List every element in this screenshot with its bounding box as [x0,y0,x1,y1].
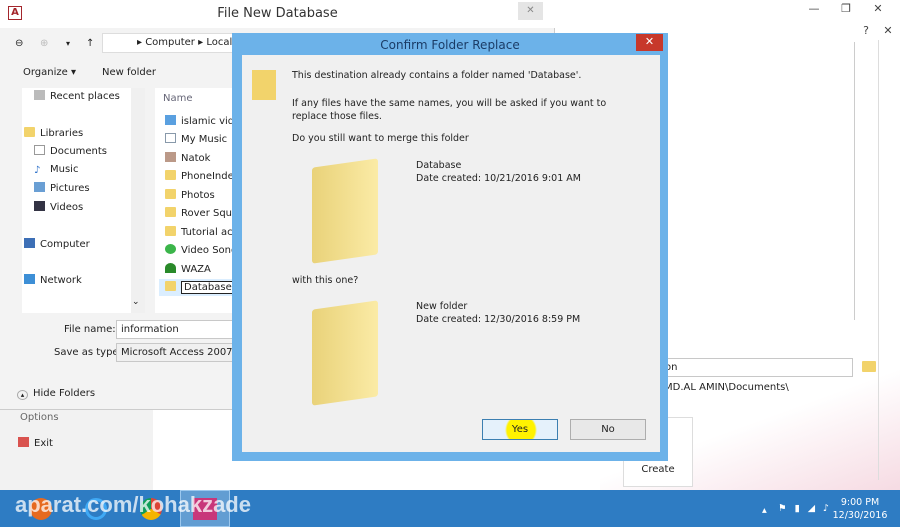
tree-recent-places[interactable]: Recent places [34,90,120,102]
file-name-label: File name: [64,324,116,335]
folder-icon [312,158,378,264]
close-button[interactable]: ✕ [864,0,892,18]
new-folder-button[interactable]: New folder [102,67,156,78]
close-button[interactable]: ✕ [636,34,663,51]
tree-music[interactable]: ♪ Music [34,164,78,176]
file-name-input[interactable]: information [116,320,246,339]
list-item[interactable]: Photos [165,189,215,201]
file-path: MD.AL AMIN\Documents\ [664,382,789,393]
tree-network[interactable]: Network [24,274,82,286]
dialog-title: Confirm Folder Replace [380,38,520,52]
folder2-date: Date created: 12/30/2016 8:59 PM [416,314,581,325]
backstage-exit[interactable]: Exit [18,437,53,449]
message-line3: Do you still want to merge this folder [292,133,469,144]
clock[interactable]: 9:00 PM 12/30/2016 [825,496,895,522]
column-header-name[interactable]: Name [163,93,193,104]
tree-computer[interactable]: Computer [24,238,90,250]
list-item[interactable]: PhoneInde [165,170,234,182]
tree-libraries[interactable]: Libraries [24,127,83,139]
restore-button[interactable]: ❐ [832,0,860,18]
dialog-body: This destination already contains a fold… [242,55,660,452]
message-line1: This destination already contains a fold… [292,70,582,81]
minimize-button[interactable]: — [800,0,828,18]
tree-documents[interactable]: Documents [34,145,107,157]
navigation-tree: Recent places Libraries Documents ♪ Music… [22,88,132,313]
organize-button[interactable]: Organize ▾ [23,67,76,78]
exit-icon [18,437,29,447]
file-name-input[interactable]: on [660,358,853,377]
forward-button[interactable]: ⊕ [40,34,48,54]
list-item[interactable]: WAZA [165,263,211,275]
confirm-folder-replace-dialog: Confirm Folder Replace ✕ This destinatio… [232,33,668,461]
recent-dropdown[interactable]: ▾ [66,34,70,54]
show-hidden-icons[interactable]: ▴ [762,504,767,517]
list-item-selected[interactable]: Database [159,279,235,296]
list-item[interactable]: Tutorial ac [165,226,233,238]
folder-icon [312,300,378,406]
hide-folders-button[interactable]: ▴ Hide Folders [17,388,95,400]
list-item[interactable]: Natok [165,152,210,164]
tree-pictures[interactable]: Pictures [34,182,90,194]
backstage-options[interactable]: Options [20,412,59,423]
save-as-type-label: Save as type: [54,347,122,358]
folder1-date: Date created: 10/21/2016 9:01 AM [416,173,581,184]
list-item[interactable]: My Music [165,133,227,145]
close-button[interactable]: ✕ [518,2,543,20]
folder2-name: New folder [416,301,468,312]
yes-button[interactable]: Yes [482,419,558,440]
list-item[interactable]: islamic vide [165,115,240,127]
list-item[interactable]: Rover Squi [165,207,235,219]
scroll-down-arrow[interactable]: ⌄ [132,297,140,307]
list-item[interactable]: Video Song [165,244,237,256]
message-line2: If any files have the same names, you wi… [292,98,607,122]
tree-videos[interactable]: Videos [34,201,83,213]
folder1-name: Database [416,160,462,171]
access-app-icon: A [8,6,22,20]
divider [854,42,855,320]
with-this-one: with this one? [292,275,359,286]
dialog-title: File New Database [0,0,555,28]
browse-folder-icon[interactable] [862,361,876,372]
save-as-type-select[interactable]: Microsoft Access 2007 D [116,343,246,362]
close-backstage-button[interactable]: ✕ [874,22,900,40]
no-button[interactable]: No [570,419,646,440]
watermark: aparat.com/kohakzade [15,492,251,517]
folder-warning-icon [252,70,276,100]
up-button[interactable]: ↑ [86,34,94,54]
scrollbar[interactable] [878,40,879,480]
back-button[interactable]: ⊖ [15,34,23,54]
tree-scrollbar[interactable] [131,88,145,313]
file-list: Name islamic vide My Music Natok PhoneIn… [155,88,240,313]
